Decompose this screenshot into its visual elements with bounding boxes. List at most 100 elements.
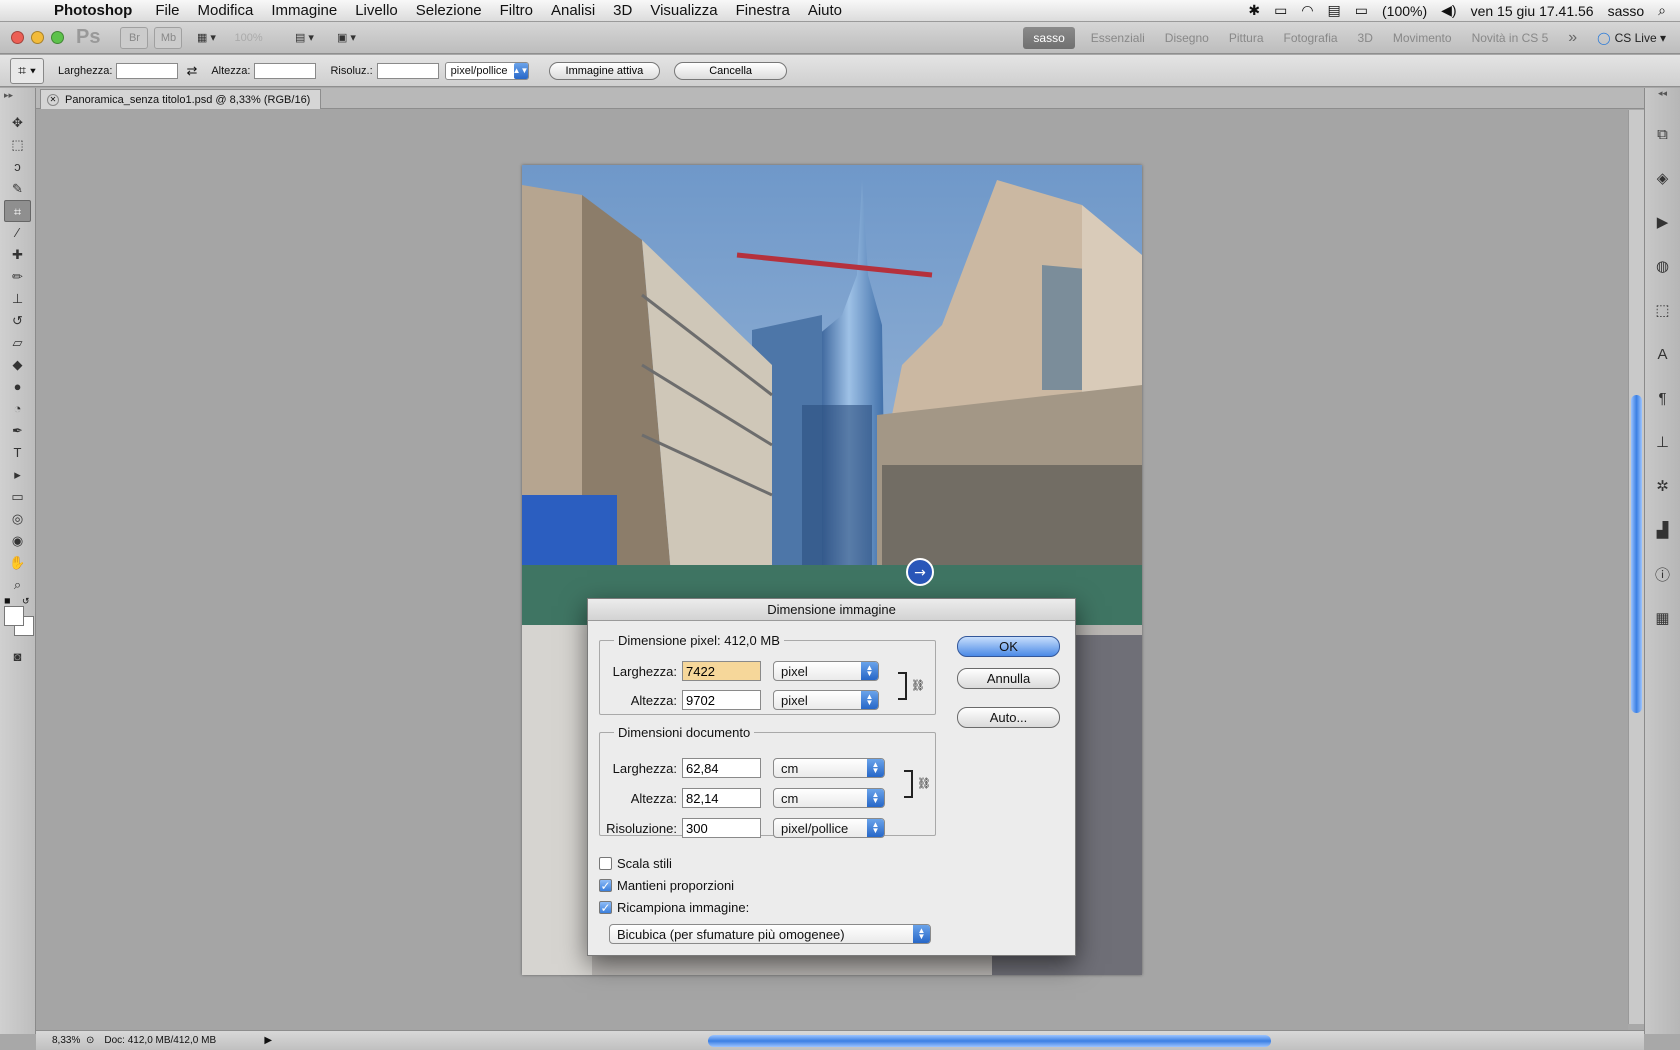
- doc-width-unit-select[interactable]: cm ▲ ▼: [773, 758, 885, 778]
- shape-tool-icon[interactable]: ▭: [0, 486, 35, 508]
- doc-width-input[interactable]: [682, 758, 761, 778]
- workspace-essenziali[interactable]: Essenziali: [1081, 31, 1155, 45]
- clone-stamp-tool-icon[interactable]: ⊥: [0, 288, 35, 310]
- more-workspaces-icon[interactable]: »: [1558, 29, 1587, 47]
- pixel-height-unit-select[interactable]: pixel ▲ ▼: [773, 690, 879, 710]
- constrain-proportions-checkbox[interactable]: ✓ Mantieni proporzioni: [599, 878, 734, 893]
- resample-box[interactable]: ✓: [599, 901, 612, 915]
- history-brush-tool-icon[interactable]: ↺: [0, 310, 35, 332]
- path-selection-tool-icon[interactable]: ▸: [0, 464, 35, 486]
- collapse-tools-icon[interactable]: ▸▸: [0, 88, 35, 112]
- foreground-color-swatch[interactable]: [4, 606, 24, 626]
- zoom-tool-icon[interactable]: ⌕: [0, 574, 35, 596]
- menu-aiuto[interactable]: Aiuto: [799, 2, 851, 19]
- dodge-tool-icon[interactable]: ◔: [0, 398, 35, 420]
- ok-button[interactable]: OK: [957, 636, 1060, 657]
- mini-bridge-panel-icon[interactable]: ▦: [1645, 596, 1680, 640]
- crop-width-input[interactable]: [116, 62, 179, 79]
- paint-bucket-tool-icon[interactable]: ◆: [0, 354, 35, 376]
- type-tool-icon[interactable]: T: [0, 442, 35, 464]
- layers-panel-icon[interactable]: ◈: [1645, 156, 1680, 200]
- vertical-scroll-thumb[interactable]: [1631, 395, 1642, 713]
- menu-modifica[interactable]: Modifica: [189, 2, 263, 19]
- bridge-button[interactable]: Br: [120, 26, 149, 49]
- doc-height-unit-select[interactable]: cm ▲ ▼: [773, 788, 885, 808]
- scale-styles-box[interactable]: [599, 857, 612, 870]
- wifi-icon[interactable]: ◠: [1301, 2, 1313, 19]
- screen-mode-icon[interactable]: ▣ ▾: [328, 27, 364, 49]
- battery-icon[interactable]: ▭: [1355, 2, 1368, 19]
- pixel-height-input[interactable]: [682, 690, 761, 710]
- auto-button[interactable]: Auto...: [957, 707, 1060, 728]
- bluetooth-icon[interactable]: ✱: [1248, 2, 1260, 19]
- resolution-unit-select[interactable]: pixel/pollice ▲▼: [773, 818, 885, 838]
- front-image-button[interactable]: Immagine attiva: [548, 61, 661, 80]
- minimize-window-button[interactable]: [31, 31, 44, 44]
- workspace-novita-cs5[interactable]: Novità in CS 5: [1462, 31, 1559, 45]
- clock[interactable]: ven 15 giu 17.41.56: [1471, 3, 1594, 19]
- default-colors-icon[interactable]: ◼: [4, 596, 11, 605]
- cancel-button[interactable]: Annulla: [957, 668, 1060, 689]
- clear-button[interactable]: Cancella: [674, 61, 788, 80]
- paths-panel-icon[interactable]: ⬚: [1645, 288, 1680, 332]
- status-menu-arrow-icon[interactable]: ▶: [264, 1035, 272, 1046]
- 3d-orbit-tool-icon[interactable]: ◉: [0, 530, 35, 552]
- swap-dimensions-icon[interactable]: ⇄: [186, 63, 197, 79]
- constrain-proportions-box[interactable]: ✓: [599, 879, 612, 893]
- crop-tool-icon[interactable]: ⌗: [4, 200, 31, 222]
- mini-bridge-button[interactable]: Mb: [154, 26, 183, 49]
- marquee-tool-icon[interactable]: ⬚: [0, 134, 35, 156]
- resolution-input[interactable]: [682, 818, 761, 838]
- workspace-movimento[interactable]: Movimento: [1383, 31, 1462, 45]
- workspace-sasso[interactable]: sasso: [1023, 26, 1075, 49]
- workspace-fotografia[interactable]: Fotografia: [1274, 31, 1348, 45]
- hand-tool-icon[interactable]: ✋: [0, 552, 35, 574]
- doc-height-input[interactable]: [682, 788, 761, 808]
- close-document-icon[interactable]: ✕: [47, 93, 59, 106]
- collapse-dock-icon[interactable]: ◂◂: [1645, 88, 1680, 112]
- crop-height-input[interactable]: [254, 62, 317, 79]
- vertical-scrollbar[interactable]: [1628, 110, 1644, 1024]
- workspace-3d[interactable]: 3D: [1348, 31, 1383, 45]
- menu-livello[interactable]: Livello: [346, 2, 407, 19]
- eraser-tool-icon[interactable]: ▱: [0, 332, 35, 354]
- paragraph-panel-icon[interactable]: ¶: [1645, 376, 1680, 420]
- menu-visualizza[interactable]: Visualizza: [641, 2, 726, 19]
- resolution-unit-select[interactable]: pixel/pollice ▲▼: [444, 61, 529, 80]
- actions-panel-icon[interactable]: ▶: [1645, 200, 1680, 244]
- 3d-rotate-tool-icon[interactable]: ◎: [0, 508, 35, 530]
- menu-immagine[interactable]: Immagine: [262, 2, 346, 19]
- spotlight-icon[interactable]: ⌕: [1658, 2, 1666, 19]
- histogram-panel-icon[interactable]: ▟: [1645, 508, 1680, 552]
- menu-app-name[interactable]: Photoshop: [46, 2, 146, 19]
- status-info-icon[interactable]: ⊙: [86, 1035, 94, 1046]
- resample-checkbox[interactable]: ✓ Ricampiona immagine:: [599, 900, 749, 915]
- status-zoom[interactable]: 8,33%: [36, 1035, 86, 1046]
- arrange-documents-icon[interactable]: ▤ ▾: [286, 27, 322, 49]
- workspace-pittura[interactable]: Pittura: [1219, 31, 1274, 45]
- channels-panel-icon[interactable]: ◍: [1645, 244, 1680, 288]
- swap-colors-icon[interactable]: ↺: [22, 596, 30, 607]
- horizontal-scroll-thumb[interactable]: [708, 1035, 1271, 1047]
- resample-method-select[interactable]: Bicubica (per sfumature più omogenee) ▲ ▼: [609, 924, 931, 944]
- navigator-panel-icon[interactable]: ✲: [1645, 464, 1680, 508]
- menu-selezione[interactable]: Selezione: [407, 2, 491, 19]
- user-name[interactable]: sasso: [1608, 3, 1645, 19]
- pen-tool-icon[interactable]: ✒: [0, 420, 35, 442]
- scale-styles-checkbox[interactable]: Scala stili: [599, 856, 672, 871]
- volume-icon[interactable]: ◀): [1441, 2, 1456, 19]
- workspace-disegno[interactable]: Disegno: [1155, 31, 1219, 45]
- calendar-icon[interactable]: ▤: [1328, 2, 1341, 19]
- eyedropper-tool-icon[interactable]: ⁄: [0, 222, 35, 244]
- zoom-level-select[interactable]: 100%: [234, 32, 280, 44]
- horizontal-scrollbar[interactable]: [346, 1035, 1626, 1047]
- menu-filtro[interactable]: Filtro: [491, 2, 542, 19]
- document-tab[interactable]: ✕ Panoramica_senza titolo1.psd @ 8,33% (…: [40, 89, 322, 109]
- pixel-width-input[interactable]: [682, 661, 761, 681]
- display-icon[interactable]: ▭: [1274, 2, 1287, 19]
- menu-finestra[interactable]: Finestra: [727, 2, 799, 19]
- menu-file[interactable]: File: [146, 2, 188, 19]
- quick-mask-icon[interactable]: ◙: [0, 646, 35, 668]
- cs-live-button[interactable]: ◯ CS Live ▾: [1587, 31, 1680, 45]
- menu-analisi[interactable]: Analisi: [542, 2, 604, 19]
